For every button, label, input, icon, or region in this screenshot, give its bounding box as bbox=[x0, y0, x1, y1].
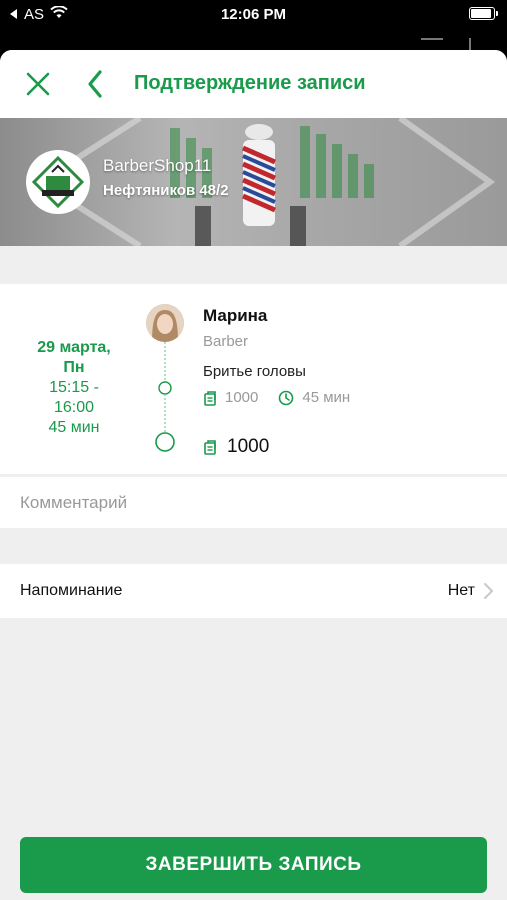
salon-address: Нефтяников 48/2 bbox=[103, 182, 229, 199]
service-price: 1000 bbox=[225, 389, 259, 406]
reminder-value: Нет bbox=[447, 582, 475, 599]
status-bar: AS 12:06 PM bbox=[0, 0, 507, 30]
reminder-label: Напоминание bbox=[20, 582, 123, 599]
chevron-right-icon bbox=[484, 583, 493, 599]
salon-logo bbox=[26, 150, 90, 214]
booking-date: 29 марта, Пн bbox=[37, 339, 111, 376]
price-tag-icon bbox=[204, 440, 216, 455]
clock-icon bbox=[279, 390, 294, 405]
booking-summary: 29 марта, Пн 15:15 -16:00 45 мин Марина B… bbox=[0, 284, 507, 474]
booking-total: 1000 bbox=[203, 436, 269, 458]
close-icon[interactable] bbox=[24, 70, 52, 98]
service-duration: 45 мин bbox=[302, 389, 351, 406]
page-title: Подтверждение записи bbox=[134, 72, 366, 94]
booking-time: 15:15 -16:00 bbox=[49, 379, 99, 416]
booking-duration: 45 мин bbox=[48, 419, 100, 436]
service-meta: 1000 45 мин bbox=[203, 389, 350, 406]
complete-booking-button[interactable]: ЗАВЕРШИТЬ ЗАПИСЬ bbox=[20, 837, 487, 893]
booking-datetime: 29 марта, Пн 15:15 -16:00 45 мин bbox=[16, 338, 132, 438]
master-role: Barber bbox=[203, 333, 249, 350]
status-bar-time: 12:06 PM bbox=[220, 6, 287, 23]
master-avatar bbox=[146, 304, 184, 342]
reminder-row[interactable]: Напоминание Нет bbox=[0, 564, 507, 618]
salon-name: BarberShop11 bbox=[103, 156, 212, 175]
chevron-left-icon[interactable] bbox=[84, 68, 108, 100]
master-name: Марина bbox=[203, 306, 268, 325]
booking-confirmation-sheet: Подтверждение записи BarberShop11 Нефтян… bbox=[0, 50, 507, 900]
battery-icon bbox=[469, 7, 498, 20]
price-tag-icon bbox=[204, 390, 216, 406]
salon-banner: BarberShop11 Нефтяников 48/2 bbox=[0, 118, 507, 246]
header: Подтверждение записи bbox=[0, 50, 507, 118]
comment-row bbox=[0, 476, 507, 528]
total-price: 1000 bbox=[227, 436, 270, 457]
service-name: Бритье головы bbox=[203, 363, 306, 380]
comment-input[interactable] bbox=[20, 489, 490, 517]
